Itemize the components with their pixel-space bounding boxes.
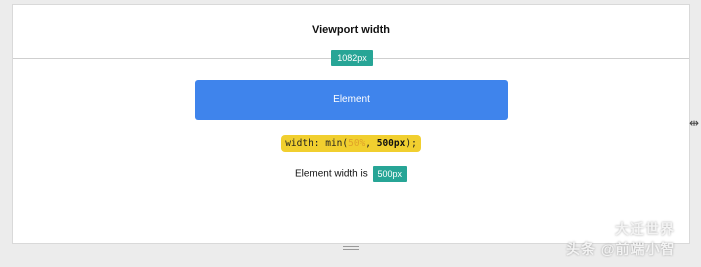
element-width-label: Element width is [294, 168, 368, 180]
resize-horizontal-icon[interactable]: ⇹ [689, 114, 699, 132]
css-suffix: ); [405, 138, 417, 149]
element-box: Element [195, 80, 508, 120]
drag-handle-icon[interactable] [343, 246, 359, 252]
css-percent: 50% [348, 138, 366, 149]
browser-frame: Viewport width 1082px Element width: min… [0, 0, 701, 267]
css-separator: , [365, 138, 377, 149]
viewport-width-title: Viewport width [311, 24, 391, 36]
viewport-width-badge: 1082px [331, 50, 373, 66]
css-px: 500px [376, 138, 406, 149]
element-width-line: Element width is 500px [13, 166, 689, 182]
viewport: Viewport width 1082px Element width: min… [13, 5, 689, 243]
css-width-rule: width: min(50%, 500px); [281, 135, 421, 152]
css-prefix: width: min( [285, 138, 349, 149]
element-width-badge: 500px [372, 166, 408, 182]
